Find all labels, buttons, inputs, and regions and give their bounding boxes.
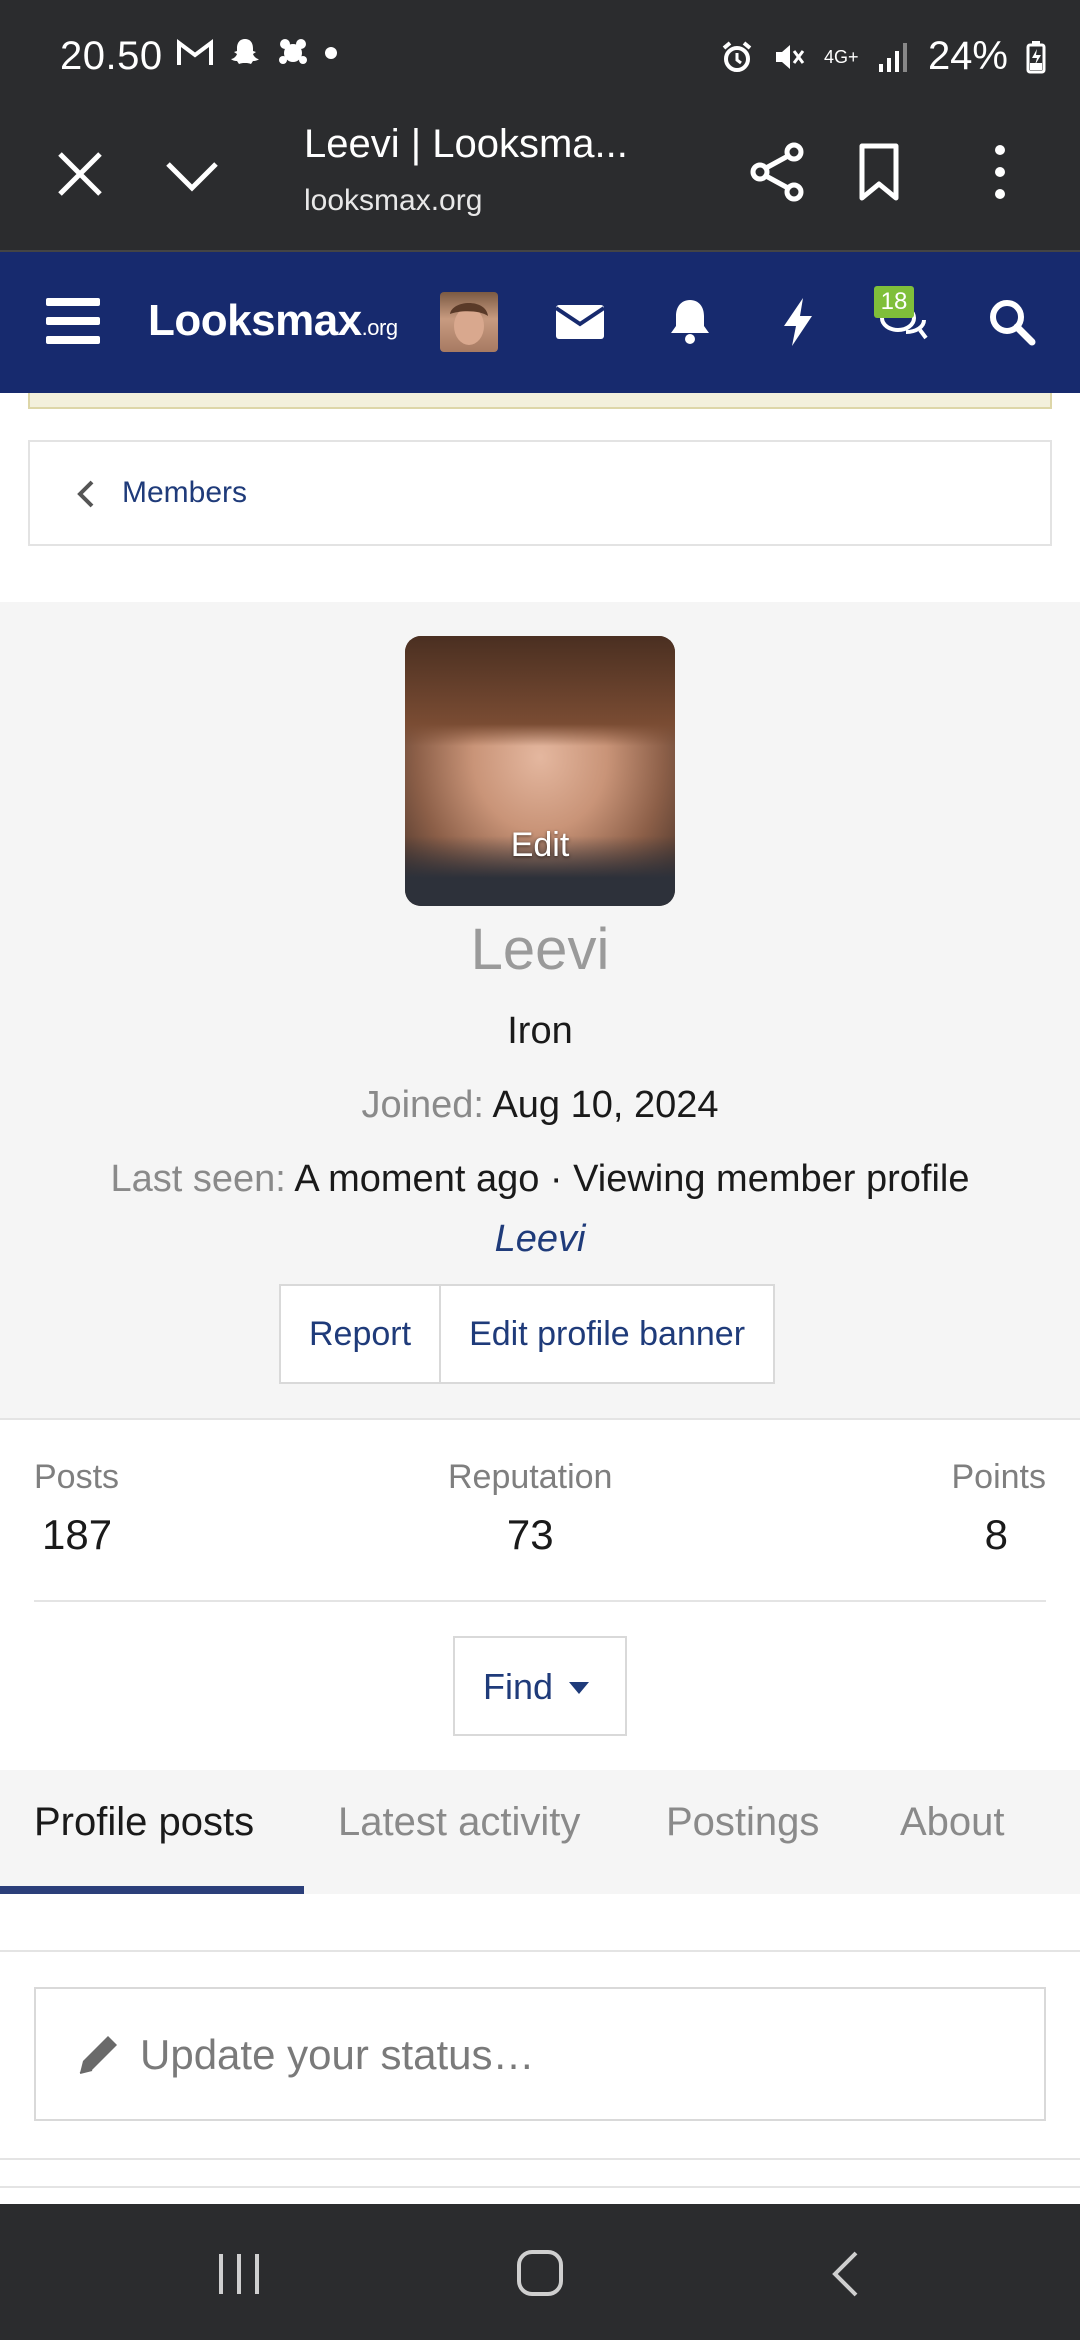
profile-tabs: Profile posts Latest activity Postings A… bbox=[0, 1770, 1080, 1894]
site-logo[interactable]: Looksmax.org bbox=[148, 296, 398, 346]
conversations-count-badge: 18 bbox=[874, 286, 914, 318]
avatar-face-icon bbox=[450, 303, 488, 345]
system-navigation-bar bbox=[0, 2204, 1080, 2340]
alarm-icon bbox=[722, 40, 752, 72]
breadcrumb-members-link[interactable]: Members bbox=[122, 476, 247, 510]
pencil-icon bbox=[79, 2036, 117, 2074]
menu-icon[interactable] bbox=[44, 292, 102, 350]
profile-username: Leevi bbox=[470, 917, 610, 982]
divider bbox=[0, 2186, 1080, 2188]
tab-about[interactable]: About bbox=[900, 1800, 1005, 1845]
battery-percent: 24% bbox=[927, 34, 1008, 78]
close-icon[interactable] bbox=[52, 146, 108, 202]
page-url[interactable]: looksmax.org bbox=[304, 184, 482, 218]
more-notifications-dot-icon bbox=[325, 47, 337, 59]
mute-icon bbox=[775, 44, 805, 69]
find-menu-button[interactable]: Find bbox=[453, 1636, 627, 1736]
home-icon[interactable] bbox=[516, 2248, 564, 2298]
stat-posts-label: Posts bbox=[34, 1458, 120, 1496]
profile-action-buttons: Report Edit profile banner bbox=[279, 1284, 776, 1384]
stat-points-label: Points bbox=[951, 1458, 1047, 1496]
caret-down-icon bbox=[569, 1682, 589, 1694]
stat-points-value: 8 bbox=[984, 1511, 1008, 1558]
stats-divider bbox=[34, 1600, 1046, 1602]
find-label: Find bbox=[483, 1666, 554, 1707]
chevron-down-icon[interactable] bbox=[162, 152, 222, 202]
more-options-icon[interactable] bbox=[988, 142, 1012, 202]
avatar-edit-label[interactable]: Edit bbox=[405, 826, 675, 865]
stat-posts-value: 187 bbox=[42, 1511, 113, 1558]
chevron-left-icon bbox=[77, 480, 94, 508]
signal-icon bbox=[878, 42, 907, 72]
divider bbox=[0, 2158, 1080, 2160]
stat-reputation[interactable]: Reputation 73 bbox=[448, 1458, 612, 1559]
avatar-hair bbox=[405, 636, 675, 746]
logo-suffix: .org bbox=[361, 315, 398, 340]
lightning-icon[interactable] bbox=[770, 294, 826, 350]
profile-joined: Joined: Aug 10, 2024 bbox=[0, 1084, 1080, 1127]
gmail-icon bbox=[177, 39, 213, 65]
profile-last-seen: Last seen: A moment ago · Viewing member… bbox=[0, 1158, 1080, 1201]
status-indicators: 4G+ 24% bbox=[720, 34, 1046, 79]
stat-posts[interactable]: Posts 187 bbox=[34, 1458, 119, 1559]
network-type: 4G+ bbox=[823, 46, 859, 67]
back-icon[interactable] bbox=[830, 2250, 860, 2298]
app-notification-icon bbox=[279, 39, 307, 64]
status-placeholder: Update your status… bbox=[140, 2031, 535, 2078]
divider bbox=[0, 1950, 1080, 1952]
page-title: Leevi | Looksma... bbox=[304, 122, 628, 166]
viewing-member-link[interactable]: Leevi bbox=[0, 1218, 1080, 1261]
report-button[interactable]: Report bbox=[281, 1286, 439, 1382]
status-update-input[interactable]: Update your status… bbox=[34, 1987, 1046, 2121]
snapchat-icon bbox=[231, 39, 259, 64]
bell-icon[interactable] bbox=[662, 294, 718, 350]
share-icon[interactable] bbox=[748, 142, 808, 202]
battery-charging-icon bbox=[1026, 40, 1046, 73]
member-header: Edit Leevi Iron Joined: Aug 10, 2024 Las… bbox=[0, 602, 1080, 1420]
custom-tab-toolbar: Leevi | Looksma... looksmax.org bbox=[0, 112, 1080, 252]
site-header: Looksmax.org 18 bbox=[0, 252, 1080, 393]
profile-avatar[interactable]: Edit bbox=[405, 636, 675, 906]
inbox-icon[interactable] bbox=[552, 294, 608, 350]
last-seen-label: Last seen: bbox=[110, 1158, 286, 1200]
recent-apps-icon[interactable] bbox=[216, 2252, 262, 2296]
joined-value: Aug 10, 2024 bbox=[492, 1084, 719, 1126]
breadcrumb[interactable]: Members bbox=[28, 440, 1052, 546]
tab-postings[interactable]: Postings bbox=[666, 1800, 819, 1845]
tab-profile-posts[interactable]: Profile posts bbox=[34, 1800, 254, 1845]
last-seen-value: A moment ago · Viewing member profile bbox=[294, 1158, 970, 1200]
edit-profile-banner-button[interactable]: Edit profile banner bbox=[439, 1286, 773, 1382]
search-icon[interactable] bbox=[984, 294, 1040, 350]
notice-strip bbox=[28, 393, 1052, 409]
account-avatar[interactable] bbox=[440, 292, 498, 352]
stat-reputation-value: 73 bbox=[506, 1511, 554, 1558]
logo-text: Looksmax bbox=[148, 296, 362, 345]
stat-points[interactable]: Points 8 bbox=[952, 1458, 1047, 1559]
bookmark-icon[interactable] bbox=[854, 142, 904, 202]
active-tab-indicator bbox=[0, 1886, 304, 1894]
member-stats: Posts 187 Reputation 73 Points 8 bbox=[0, 1420, 1080, 1604]
status-time: 20.50 bbox=[60, 34, 163, 78]
notification-icons bbox=[176, 36, 338, 70]
joined-label: Joined: bbox=[361, 1084, 484, 1126]
system-status-bar: 20.50 4G+ 24% bbox=[0, 0, 1080, 112]
stat-reputation-label: Reputation bbox=[448, 1458, 613, 1496]
tab-latest-activity[interactable]: Latest activity bbox=[338, 1800, 580, 1845]
profile-rank: Iron bbox=[507, 1010, 573, 1052]
